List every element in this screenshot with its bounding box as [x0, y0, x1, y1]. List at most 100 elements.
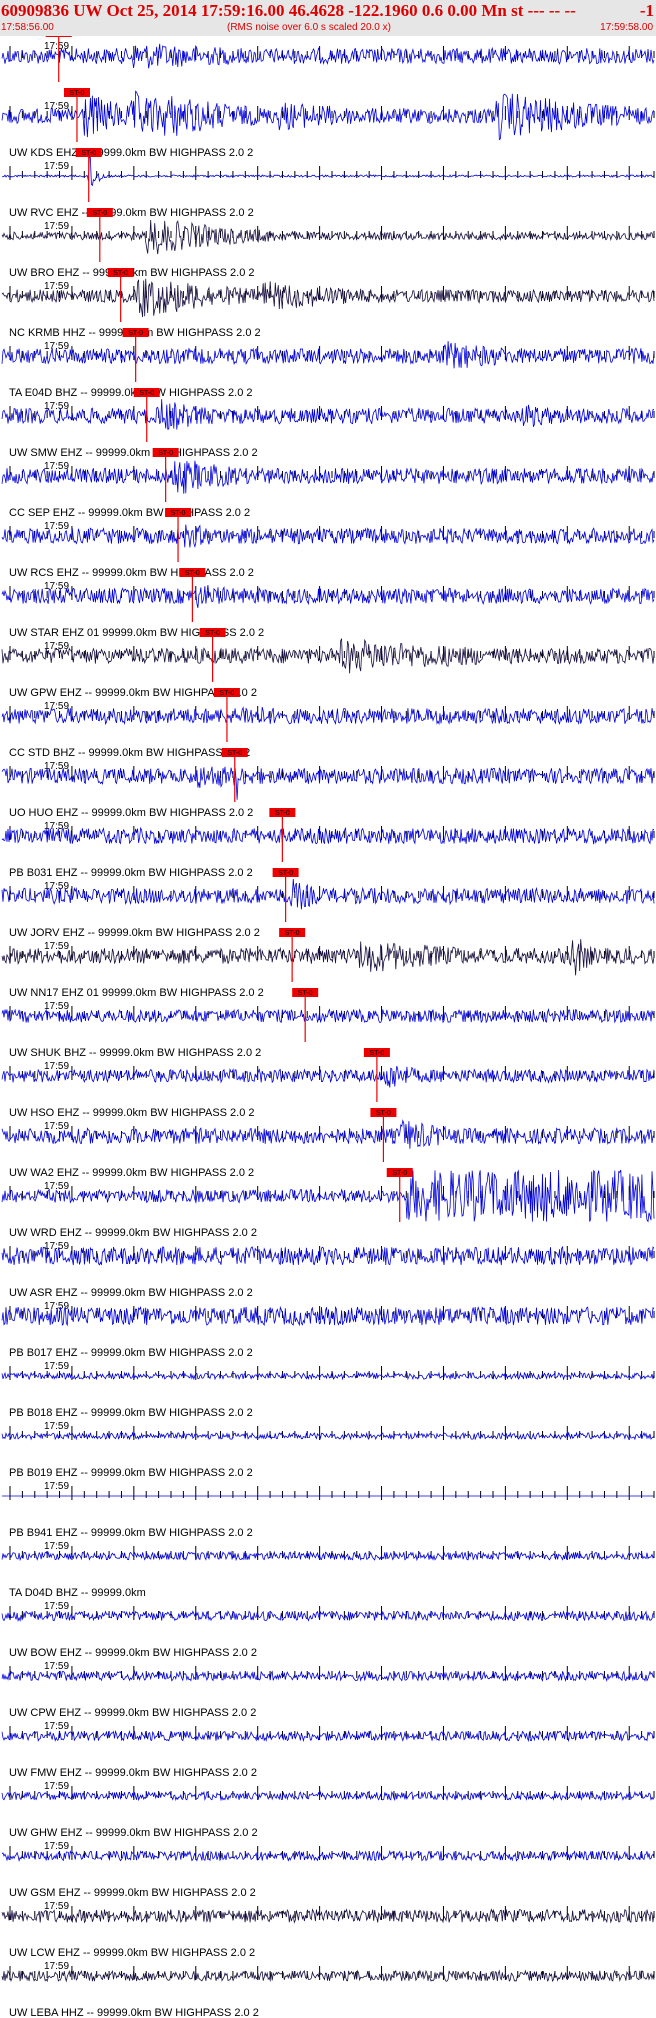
waveform [1, 1790, 655, 1802]
pick-label: ST-0 [158, 450, 173, 457]
station-label: UW SMW EHZ -- 99999.0km BW HIGHPASS 2.0 … [9, 447, 258, 459]
waveform [1, 1065, 655, 1088]
trace-23: 17:59 PB B019 EHZ -- 99999.0km BW HIGHPAS… [1, 1421, 655, 1479]
trace-25: 17:59 TA D04D BHZ -- 99999.0km [1, 1541, 655, 1599]
event-title-end: -1 [639, 1, 654, 20]
end-time: 17:59:58.00 [600, 22, 653, 33]
station-label: CC SEP EHZ -- 99999.0km BW HIGHPASS 2.0 … [9, 507, 250, 519]
tick-label: 17:59 [44, 1601, 69, 1612]
tick-label: 17:59 [44, 1901, 69, 1912]
tick-label: 17:59 [44, 941, 69, 952]
station-label: UW RCS EHZ -- 99999.0km BW HIGHPASS 2.0 … [9, 567, 254, 579]
seismogram-plot: 17:59ST-017:59ST-0UW KDS EHZ -- 99999.0k… [1, 36, 655, 2018]
pick-label: ST-0 [128, 330, 143, 337]
trace-29: 17:59 UW GHW EHZ -- 99999.0km BW HIGHPASS… [1, 1781, 655, 1839]
trace-0: 17:59ST-0 [1, 36, 655, 82]
tick-label: 17:59 [44, 521, 69, 532]
scale-note: (RMS noise over 6.0 s scaled 20.0 x) [227, 22, 391, 33]
pick-label: ST-0 [278, 870, 293, 877]
waveform [1, 826, 655, 845]
trace-31: 17:59 UW LCW EHZ -- 99999.0km BW HIGHPASS… [1, 1901, 655, 1959]
station-label: UW WA2 EHZ -- 99999.0km BW HIGHPASS 2.0 … [9, 1167, 254, 1179]
tick-label: 17:59 [44, 701, 69, 712]
pick-label: ST-0 [376, 1110, 391, 1117]
waveform [1, 90, 655, 141]
station-label: PB B017 EHZ -- 99999.0km BW HIGHPASS 2.0… [9, 1347, 253, 1359]
station-label: UW STAR EHZ 01 99999.0km BW HIGHPASS 2.0… [9, 627, 264, 639]
pick-label: ST-0 [220, 690, 235, 697]
tick-label: 17:59 [44, 761, 69, 772]
waveform [1, 399, 655, 430]
tick-label: 17:59 [44, 1841, 69, 1852]
waveform [1, 1969, 655, 1983]
tick-label: 17:59 [44, 1721, 69, 1732]
station-label: UO HUO EHZ -- 99999.0km BW HIGHPASS 2.0 … [9, 807, 253, 819]
trace-20: 17:59UW ASR EHZ -- 99999.0km BW HIGHPASS… [1, 1241, 655, 1299]
trace-3: 17:59ST-0UW BRO EHZ -- 99999.0km BW HIGH… [1, 208, 655, 279]
waveform [1, 706, 655, 726]
station-label: UW GSM EHZ -- 99999.0km BW HIGHPASS 2.0 … [9, 1887, 256, 1899]
tick-label: 17:59 [44, 101, 69, 112]
station-label: UW GHW EHZ -- 99999.0km BW HIGHPASS 2.0 … [9, 1827, 258, 1839]
waveform [1, 460, 655, 494]
tick-label: 17:59 [44, 1001, 69, 1012]
waveform [1, 1119, 655, 1149]
waveform [1, 1550, 655, 1562]
tick-label: 17:59 [44, 1421, 69, 1432]
waveform [1, 878, 655, 910]
waveform [1, 1729, 655, 1743]
pick-label: ST-0 [392, 1170, 407, 1177]
waveform [1, 524, 655, 549]
waveform [1, 638, 655, 674]
pick-label: ST-0 [370, 1050, 385, 1057]
waveform [1, 1008, 655, 1024]
tick-label: 17:59 [44, 1961, 69, 1972]
start-time: 17:58:56.00 [1, 22, 54, 33]
waveform [1, 1849, 655, 1862]
waveform [1, 585, 655, 608]
station-label: CC STD BHZ -- 99999.0km BW HIGHPASS 2.0 … [9, 747, 250, 759]
pick-label: ST-0 [227, 750, 242, 757]
trace-26: 17:59 UW BOW EHZ -- 99999.0km BW HIGHPASS… [1, 1601, 655, 1659]
waveform [1, 1908, 655, 1924]
pick-label: ST-0 [171, 510, 186, 517]
pick-label: ST-0 [185, 570, 200, 577]
pick-label: ST-0 [139, 390, 154, 397]
station-label: UW CPW EHZ -- 99999.0km BW HIGHPASS 2.0 … [9, 1707, 256, 1719]
station-label: UW LCW EHZ -- 99999.0km BW HIGHPASS 2.0 … [9, 1947, 255, 1959]
station-label: UW JORV EHZ -- 99999.0km BW HIGHPASS 2.0… [9, 927, 260, 939]
tick-label: 17:59 [44, 161, 69, 172]
station-label: UW RVC EHZ -- 99999.0km BW HIGHPASS 2.0 … [9, 207, 254, 219]
tick-label: 17:59 [44, 1541, 69, 1552]
tick-label: 17:59 [44, 221, 69, 232]
station-label: UW HSO EHZ -- 99999.0km BW HIGHPASS 2.0 … [9, 1107, 255, 1119]
waveform [1, 1431, 655, 1441]
station-label: UW FMW EHZ -- 99999.0km BW HIGHPASS 2.0 … [9, 1767, 257, 1779]
station-label: UW ASR EHZ -- 99999.0km BW HIGHPASS 2.0 … [9, 1287, 253, 1299]
pick-label: ST-0 [113, 270, 128, 277]
event-title: 60909836 UW Oct 25, 2014 17:59:16.00 46.… [1, 1, 576, 20]
pick-label: ST-0 [205, 630, 220, 637]
waveform [1, 766, 655, 800]
pick-label: ST-0 [51, 36, 66, 37]
trace-22: 17:59 PB B018 EHZ -- 99999.0km BW HIGHPAS… [1, 1361, 655, 1419]
waveform [1, 1371, 655, 1381]
station-label: UW LEBA HHZ -- 99999.0km BW HIGHPASS 2.0… [9, 2007, 259, 2018]
station-label: UW KDS EHZ -- 99999.0km BW HIGHPASS 2.0 … [9, 147, 253, 159]
waveform [1, 1610, 655, 1623]
station-label: PB B019 EHZ -- 99999.0km BW HIGHPASS 2.0… [9, 1467, 253, 1479]
trace-21: 17:59PB B017 EHZ -- 99999.0km BW HIGHPAS… [1, 1301, 655, 1359]
pick-label: ST-0 [298, 990, 313, 997]
waveform [1, 278, 655, 318]
station-label: PB B018 EHZ -- 99999.0km BW HIGHPASS 2.0… [9, 1407, 253, 1419]
waveform [1, 939, 655, 976]
tick-label: 17:59 [44, 1121, 69, 1132]
tick-label: 17:59 [44, 1061, 69, 1072]
header-bar: 60909836 UW Oct 25, 2014 17:59:16.00 46.… [0, 0, 656, 36]
waveform [1, 43, 655, 69]
station-label: UW SHUK BHZ -- 99999.0km BW HIGHPASS 2.0… [9, 1047, 261, 1059]
trace-27: 17:59 UW CPW EHZ -- 99999.0km BW HIGHPASS… [1, 1661, 655, 1719]
pick-label: ST-0 [70, 90, 85, 97]
station-label: PB B031 EHZ -- 99999.0km BW HIGHPASS 2.0… [9, 867, 253, 879]
station-label: UW NN17 EHZ 01 99999.0km BW HIGHPASS 2.0… [9, 987, 264, 999]
